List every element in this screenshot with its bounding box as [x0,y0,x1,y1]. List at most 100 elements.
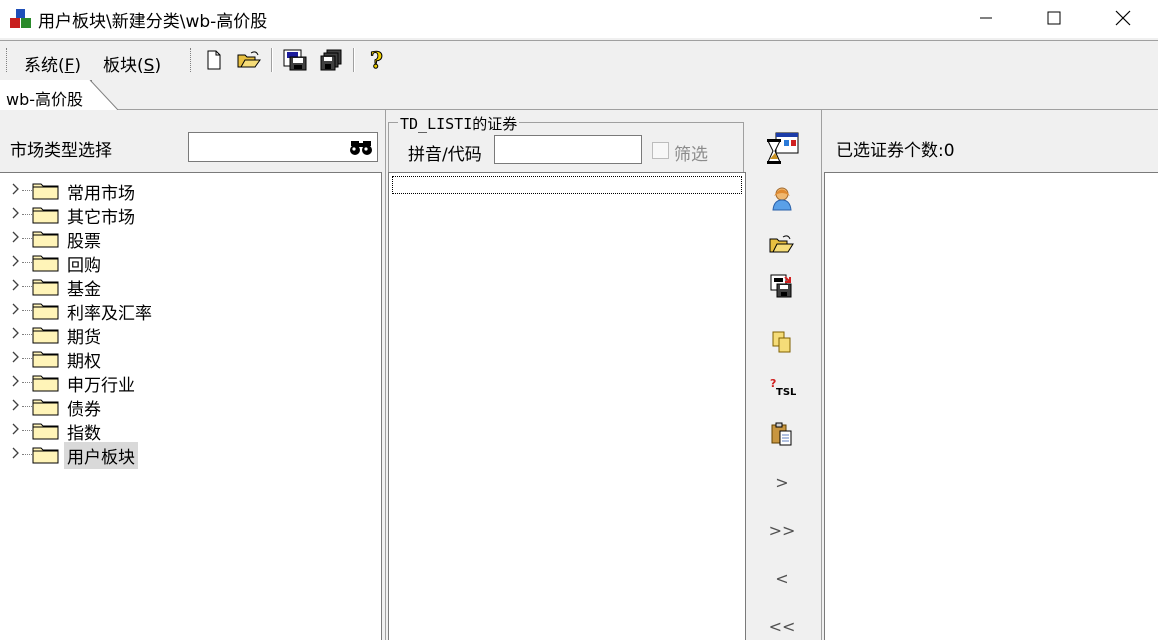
minimize-icon [980,17,992,19]
chevron-right-icon[interactable] [11,349,21,365]
close-button[interactable] [1100,0,1146,36]
tree-connector [22,286,32,287]
folder-icon [32,181,60,200]
remove-all-button[interactable]: << [760,606,804,640]
tab-wb-high-price[interactable]: wb-高价股 [0,80,93,110]
market-search-input[interactable] [188,132,378,162]
list-item[interactable] [392,176,742,194]
toolbar-separator [271,48,273,72]
tree-item[interactable]: 回购 [0,250,382,276]
new-button[interactable] [201,48,227,72]
export-button[interactable] [760,266,804,306]
tree-item[interactable]: 期货 [0,322,382,348]
tree-item-label: 回购 [67,256,101,276]
open-folder-icon [769,235,794,253]
user-button[interactable] [760,178,804,218]
securities-list[interactable] [388,172,746,640]
tree-connector [22,430,32,431]
folder-icon [32,229,60,248]
chevron-right-icon[interactable] [11,373,21,389]
remove-all-label: << [768,616,796,636]
selected-header: 已选证券个数:0 [824,112,1158,172]
selected-securities-list[interactable] [824,172,1158,640]
maximize-icon [1047,11,1061,25]
folder-icon [32,277,60,296]
minimize-button[interactable] [963,0,1009,36]
help-icon: ? [370,49,384,71]
menu-system[interactable]: 系统(F) [24,51,81,76]
chevron-right-icon[interactable] [11,277,21,293]
chevron-right-icon[interactable] [11,325,21,341]
market-tree[interactable]: 常用市场其它市场股票回购 基金 利率及汇率 期货 期权 申万行业 债券 指数 用户板块 [0,172,382,640]
chevron-right-icon[interactable] [11,301,21,317]
add-one-button[interactable]: > [760,462,804,502]
tree-item[interactable]: 常用市场 [0,178,382,204]
remove-one-button[interactable]: < [760,558,804,598]
action-column: ? TSL > >> < << [748,112,820,640]
group-title: TD_LISTI的证券 [398,113,520,134]
copy-button[interactable] [760,322,804,362]
hourglass-chart-icon [767,132,799,164]
splitter[interactable] [821,110,822,640]
tree-item[interactable]: 指数 [0,418,382,444]
stock-picker-button[interactable] [760,128,804,168]
add-all-button[interactable]: >> [760,510,804,550]
folder-icon [32,325,60,344]
tsl-button[interactable]: ? TSL [760,368,804,408]
help-button[interactable]: ? [364,48,390,72]
menu-toolbar: 系统(F) 板块(S) ? [0,40,1158,78]
maximize-button[interactable] [1031,0,1077,36]
tree-item-label: 常用市场 [67,184,135,204]
copy-icon [772,331,791,353]
tree-item[interactable]: 股票 [0,226,382,252]
svg-text:?: ? [370,49,383,71]
splitter[interactable] [385,110,386,640]
tree-item[interactable]: 其它市场 [0,202,382,228]
add-one-label: > [775,472,789,492]
app-window: 用户板块\新建分类\wb-高价股 系统(F) 板块(S) ? wb-高价股 市场… [0,0,1158,640]
filter-checkbox[interactable] [652,142,669,159]
pinyin-label: 拼音/代码 [408,145,482,165]
market-type-header: 市场类型选择 [0,112,384,172]
tree-connector [22,406,32,407]
tree-item[interactable]: 申万行业 [0,370,382,396]
menu-plate[interactable]: 板块(S) [103,51,161,76]
folder-icon [32,253,60,272]
toolbar-grip[interactable] [190,48,192,72]
toolbar-separator [353,48,355,72]
save-all-button[interactable] [318,48,344,72]
tree-item[interactable]: 利率及汇率 [0,298,382,324]
toolbar-grip[interactable] [6,48,8,72]
chevron-right-icon[interactable] [11,445,21,461]
open-button[interactable] [236,48,262,72]
save-button[interactable] [282,48,308,72]
tree-item[interactable]: 基金 [0,274,382,300]
open-list-button[interactable] [760,224,804,264]
chevron-right-icon[interactable] [11,205,21,221]
binoculars-icon[interactable] [349,138,373,156]
folder-icon [32,205,60,224]
tab-edge [88,80,118,110]
tsl-help-icon: ?TSL [770,378,796,398]
chevron-right-icon[interactable] [11,229,21,245]
chevron-right-icon[interactable] [11,421,21,437]
tree-item-label: 其它市场 [67,208,135,228]
tree-item-label: 股票 [67,232,101,252]
tree-connector [22,454,32,455]
tree-item[interactable]: 用户板块 [0,442,382,469]
paste-button[interactable] [760,414,804,454]
tree-item[interactable]: 期权 [0,346,382,372]
user-icon [772,187,792,211]
tree-item-label: 用户板块 [64,442,138,469]
new-file-icon [207,50,221,70]
pinyin-input[interactable] [494,135,642,164]
chevron-right-icon[interactable] [11,253,21,269]
tree-connector [22,238,32,239]
save-icon [283,49,307,71]
chevron-right-icon[interactable] [11,397,21,413]
chevron-right-icon[interactable] [11,181,21,197]
tree-connector [22,382,32,383]
app-cubes-icon [10,9,31,28]
remove-one-label: < [775,568,789,588]
tree-item[interactable]: 债券 [0,394,382,420]
